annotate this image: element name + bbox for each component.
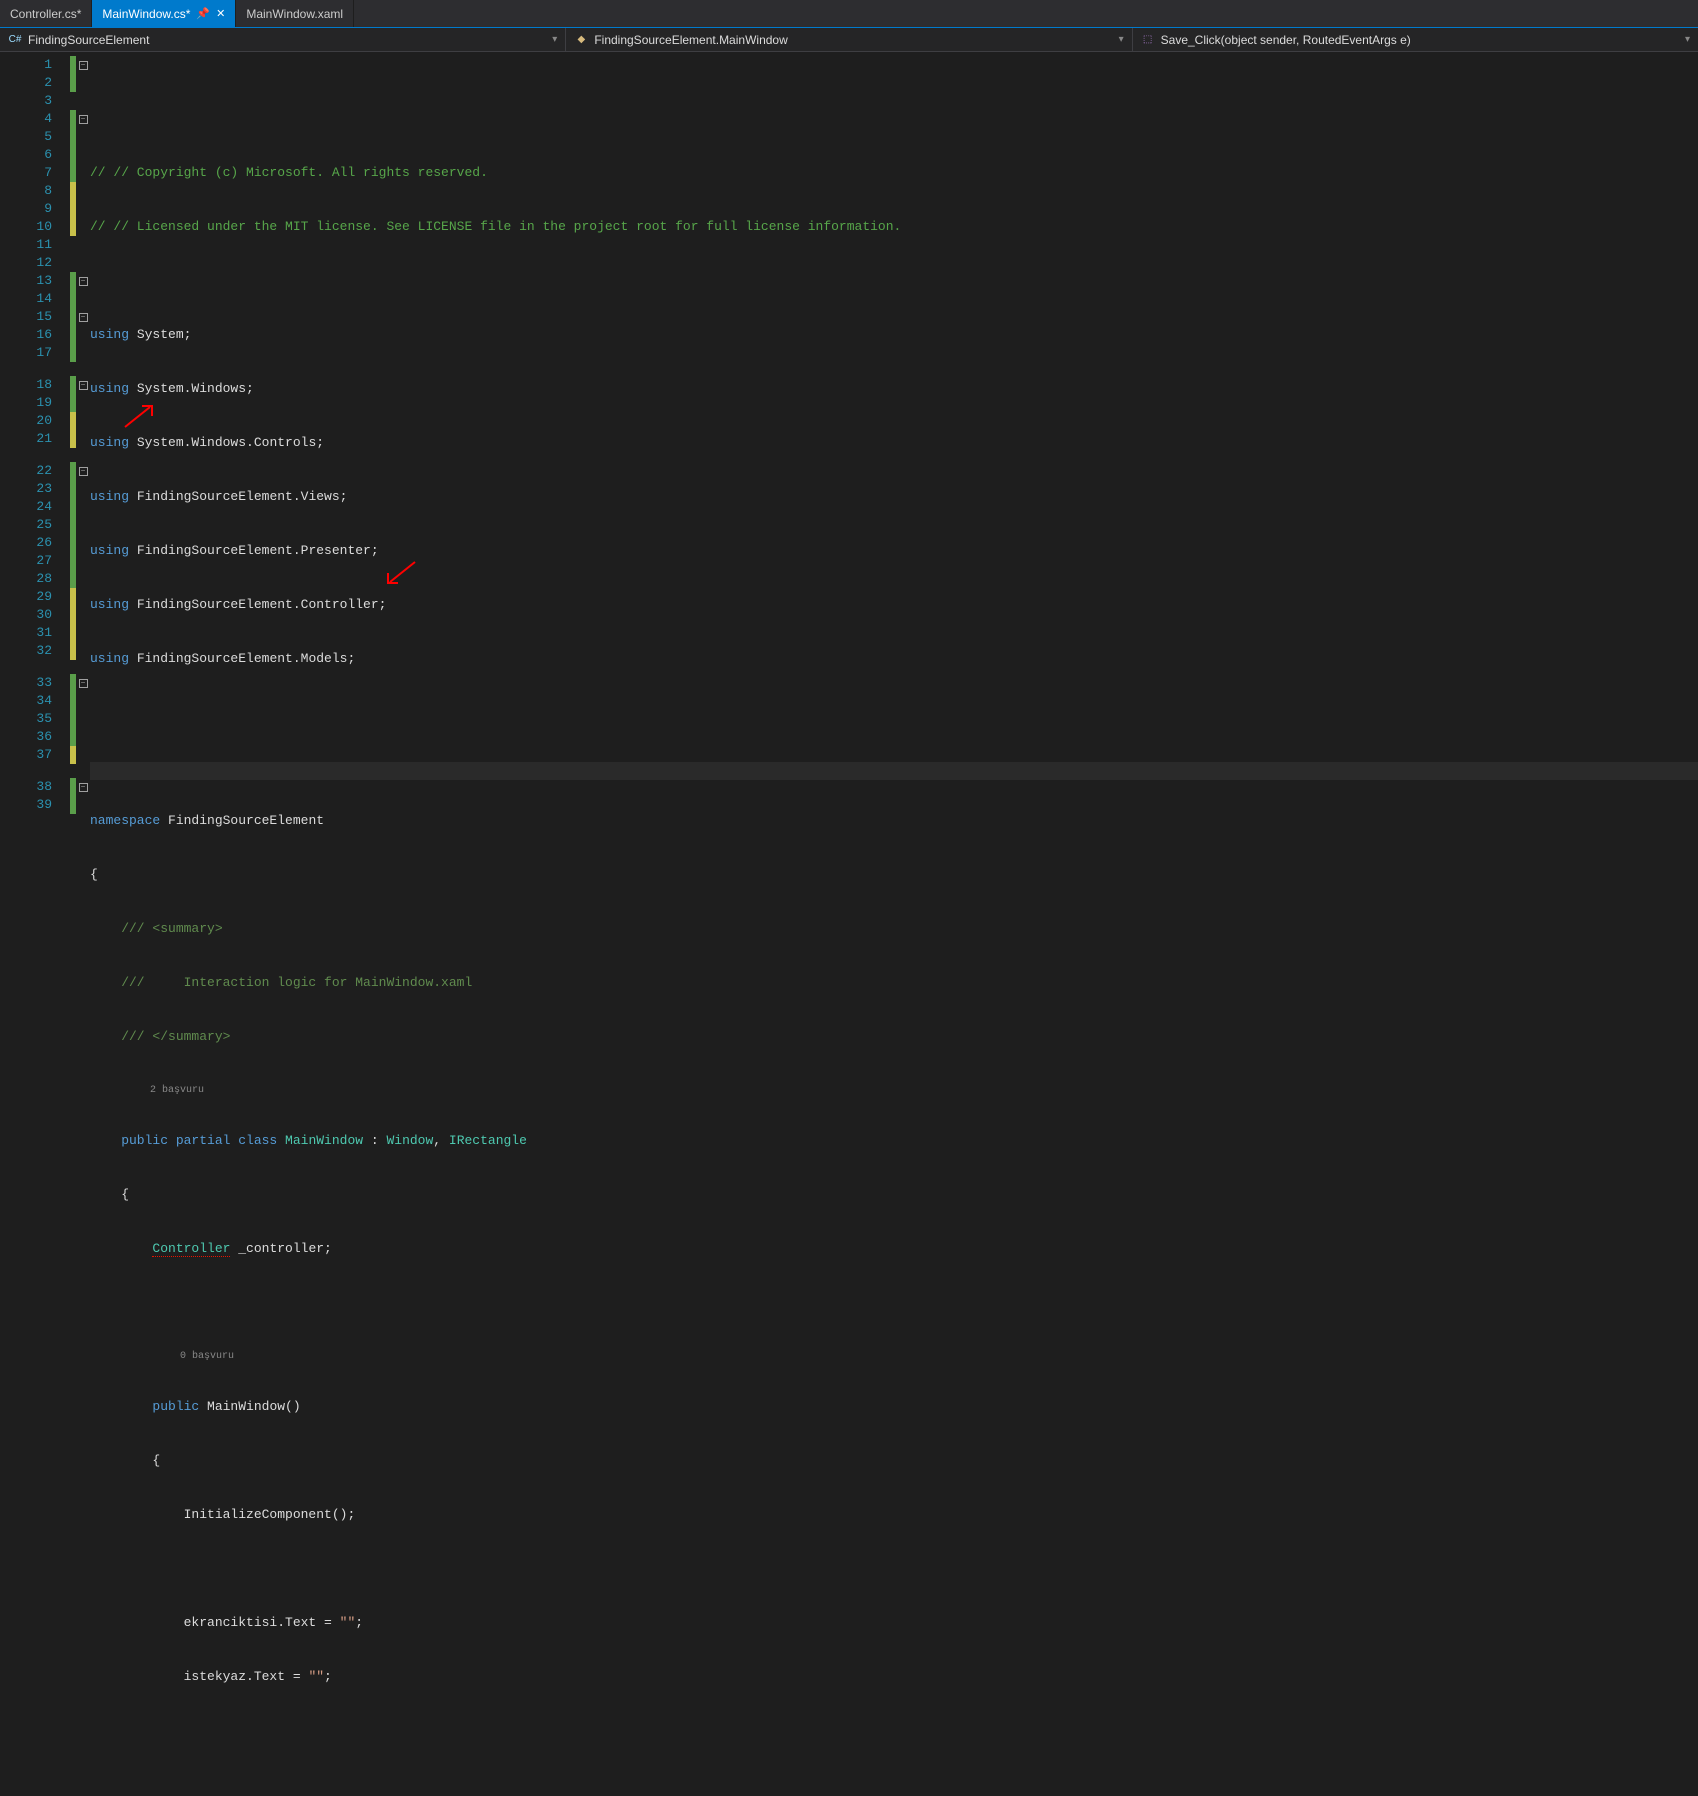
tab-controller-cs[interactable]: Controller.cs* (0, 0, 92, 27)
pin-icon[interactable]: 📌 (196, 7, 210, 20)
chevron-down-icon: ▾ (1685, 34, 1690, 45)
tab-label: Controller.cs* (10, 7, 81, 21)
nav-class-label: FindingSourceElement.MainWindow (594, 33, 787, 47)
collapse-toggle[interactable]: − (79, 277, 88, 286)
tab-bar: Controller.cs* MainWindow.cs* 📌 ✕ MainWi… (0, 0, 1698, 28)
class-icon: ◆ (574, 33, 588, 47)
navigation-bar: C# FindingSourceElement ▾ ◆ FindingSourc… (0, 28, 1698, 52)
tab-mainwindow-cs[interactable]: MainWindow.cs* 📌 ✕ (92, 0, 236, 27)
method-icon: ⬚ (1141, 33, 1155, 47)
nav-project-dropdown[interactable]: C# FindingSourceElement ▾ (0, 28, 566, 51)
collapse-toggle[interactable]: − (79, 679, 88, 688)
collapse-toggle[interactable]: − (79, 381, 88, 390)
nav-member-label: Save_Click(object sender, RoutedEventArg… (1161, 33, 1411, 47)
nav-class-dropdown[interactable]: ◆ FindingSourceElement.MainWindow ▾ (566, 28, 1132, 51)
tab-label: MainWindow.xaml (246, 7, 343, 21)
code-line: // // Licensed under the MIT license. Se… (90, 219, 901, 234)
codelens-references[interactable]: 0 başvuru (90, 1348, 1698, 1362)
nav-member-dropdown[interactable]: ⬚ Save_Click(object sender, RoutedEventA… (1133, 28, 1698, 51)
tab-mainwindow-xaml[interactable]: MainWindow.xaml (236, 0, 354, 27)
outline-collapse-bar: − − − − − − − − (76, 52, 90, 898)
csharp-icon: C# (8, 33, 22, 47)
chevron-down-icon: ▾ (552, 34, 557, 45)
chevron-down-icon: ▾ (1119, 34, 1124, 45)
collapse-toggle[interactable]: − (79, 61, 88, 70)
close-icon[interactable]: ✕ (216, 7, 225, 20)
nav-project-label: FindingSourceElement (28, 33, 149, 47)
collapse-toggle[interactable]: − (79, 467, 88, 476)
line-number-gutter: 1234 5678 9101112 13141516 17 18192021 2… (0, 52, 70, 898)
collapse-toggle[interactable]: − (79, 313, 88, 322)
collapse-toggle[interactable]: − (79, 115, 88, 124)
codelens-references[interactable]: 2 başvuru (90, 1082, 1698, 1096)
code-area[interactable]: // // Copyright (c) Microsoft. All right… (90, 52, 1698, 898)
collapse-toggle[interactable]: − (79, 783, 88, 792)
code-editor[interactable]: 1234 5678 9101112 13141516 17 18192021 2… (0, 52, 1698, 898)
tab-label: MainWindow.cs* (102, 7, 190, 21)
code-line: // // Copyright (c) Microsoft. All right… (90, 165, 488, 180)
